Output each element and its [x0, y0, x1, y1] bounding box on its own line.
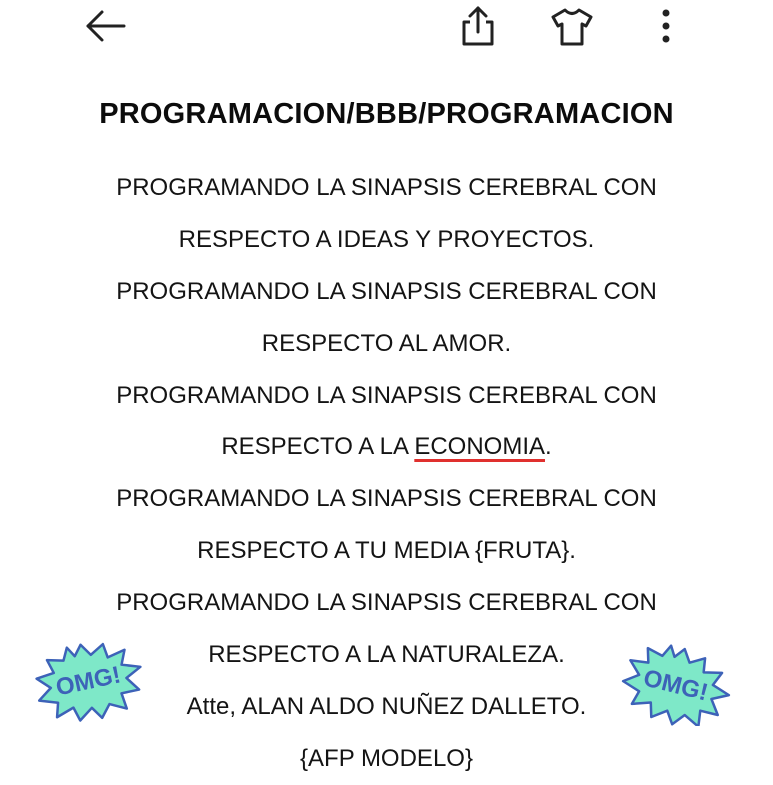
- text-line-economia: RESPECTO A LA ECONOMIA.: [0, 421, 773, 473]
- back-button[interactable]: [84, 4, 128, 48]
- page-title: PROGRAMACION/BBB/PROGRAMACION: [99, 98, 674, 130]
- omg-sticker-right: OMG!: [621, 644, 731, 726]
- text-line: PROGRAMANDO LA SINAPSIS CEREBRAL CON: [116, 381, 657, 409]
- spellcheck-flagged-word[interactable]: ECONOMIA: [414, 433, 545, 460]
- closing-line: {AFP MODELO}: [300, 744, 473, 772]
- more-options-button[interactable]: [644, 4, 688, 48]
- tshirt-icon: [551, 8, 593, 46]
- omg-sticker-left: OMG!: [35, 642, 142, 722]
- text-line: RESPECTO AL AMOR.: [261, 329, 512, 357]
- text-line: RESPECTO A IDEAS Y PROYECTOS.: [178, 225, 595, 253]
- text-line: PROGRAMANDO LA SINAPSIS CEREBRAL CON: [116, 485, 657, 513]
- text-segment: RESPECTO A LA: [221, 433, 415, 461]
- text-line: PROGRAMANDO LA SINAPSIS CEREBRAL CON: [116, 174, 657, 201]
- share-icon: [462, 6, 494, 46]
- top-toolbar: [0, 0, 773, 60]
- text-line: PROGRAMANDO LA SINAPSIS CEREBRAL CON: [116, 589, 657, 617]
- text-line: PROGRAMANDO LA SINAPSIS CEREBRAL CON: [116, 277, 657, 305]
- text-segment: .: [545, 433, 552, 461]
- more-vertical-icon: [662, 9, 670, 43]
- arrow-left-icon: [86, 10, 126, 42]
- tshirt-button[interactable]: [550, 4, 594, 48]
- share-button[interactable]: [456, 4, 500, 48]
- text-line: RESPECTO A TU MEDIA {FRUTA}.: [197, 537, 576, 565]
